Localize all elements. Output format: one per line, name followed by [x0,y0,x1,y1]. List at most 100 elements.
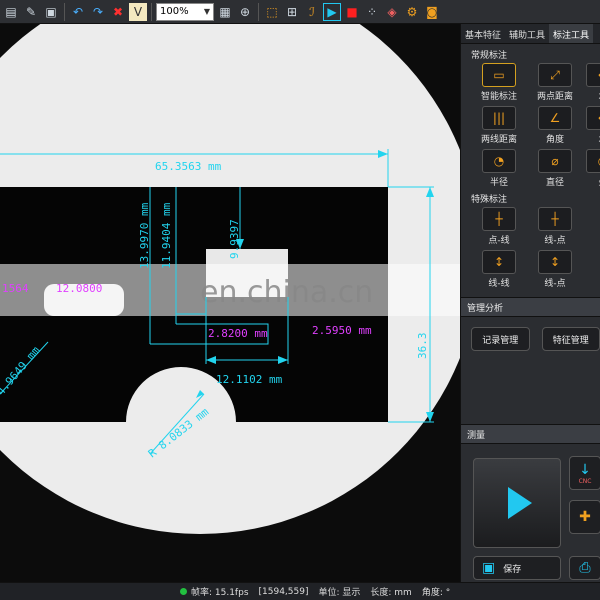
status-bar: 帧率: 15.1fps [1594,559] 单位: 显示 长度: mm 角度:… [0,582,600,600]
start-measure-button[interactable] [473,458,561,548]
two-line-icon: ||| [482,106,516,130]
diameter-icon: ⌀ [538,149,572,173]
tool-radius[interactable]: ◔ 半径 [471,149,527,188]
play-icon [508,487,532,519]
tool-label: 半径 [489,178,508,188]
gear-icon[interactable]: ⚙ [403,3,421,21]
chevron-down-icon: ▼ [203,7,210,16]
tool-diameter[interactable]: ⌀ 直径 [527,149,583,188]
save-button[interactable]: ▣ 保存 [473,556,561,580]
manage-buttons: 记录管理 特征管理 [461,317,600,351]
section-regular-title: 常规标注 [471,51,508,61]
tool-point-line[interactable]: ┼ 点-线 [471,207,527,246]
cursor-coords: [1594,559] [258,586,309,597]
status-ok-icon [180,588,187,595]
save-icon[interactable]: ▣ [42,3,60,21]
camera-icon[interactable]: ◙ [423,3,441,21]
tool-two-line-distance[interactable]: ||| 两线距离 [471,106,527,145]
tab-aux-tools[interactable]: 辅助工具 [505,24,549,43]
open-icon[interactable]: ▤ [2,3,20,21]
height-dimension-label: 36.3 [416,333,429,360]
printer-icon: ⎙ [579,560,591,576]
record-manage-button[interactable]: 记录管理 [471,327,530,351]
save-label: 保存 [503,564,522,575]
toolbar-divider [64,2,65,21]
tool-label: 两点距离 [536,92,573,102]
undo-icon[interactable]: ↶ [69,3,87,21]
horizontal-icon: ↔ [586,63,600,87]
tool-label: 两线距离 [480,135,517,145]
align-icon[interactable]: ⊞ [283,3,301,21]
zoom-dropdown[interactable]: 100% ▼ [156,2,214,21]
tab-annotation-tools[interactable]: 标注工具 [549,24,594,43]
tool-two-point-distance[interactable]: ⤢ 两点距离 [527,63,583,102]
tool-angle[interactable]: ∠ 角度 [527,106,583,145]
record-icon[interactable]: ■ [343,3,361,21]
puzzle-button[interactable]: ✚ [569,500,600,534]
length-unit: 长度: mm [370,588,412,598]
cnc-button[interactable]: ↓ CNC [569,456,600,490]
cube-icon[interactable]: ◈ [383,3,401,21]
tool-line-point-2[interactable]: ↕ 线-点 [527,250,583,289]
tool-label: 线-点 [544,279,566,289]
cnc-label: CNC [578,477,592,485]
manage-analysis-bar: 管理分析 [461,297,600,317]
delete-icon[interactable]: ✖ [109,3,127,21]
measure-bar: 测量 [461,424,600,444]
v2-dimension-label: 11.9404 mm [160,202,173,269]
v1-dimension-label: 13.9970 mm [138,202,151,269]
tool-horizontal[interactable]: ↔水 [583,63,600,102]
tool-label: 角度 [545,135,564,145]
save-disk-icon: ▣ [482,560,496,576]
image-icon[interactable]: ▦ [216,3,234,21]
edge-icon[interactable]: ℐ [303,3,321,21]
coordinate-icon: ◎ [586,149,600,173]
main-toolbar: ▤ ✎ ▣ ↶ ↷ ✖ V 100% ▼ ▦ ⊕ ⬚ ⊞ ℐ ▶ ■ ⁘ ◈ ⚙… [0,0,600,24]
print-button[interactable]: ⎙ [569,556,600,580]
toolbar-divider [258,2,259,21]
crosshair-icon[interactable]: ⊕ [236,3,254,21]
bottom-dimension-label: 12.1102 mm [216,373,283,386]
tool-label: 智能标注 [480,92,517,102]
angle-icon: ∠ [538,106,572,130]
redo-icon[interactable]: ↷ [89,3,107,21]
tool-label: 点-线 [488,236,510,246]
horizontal-icon: ↔ [586,106,600,130]
pointer-icon[interactable]: ▶ [323,2,341,21]
fps-readout: 帧率: 15.1fps [191,588,249,598]
select-box-icon[interactable]: ⬚ [263,3,281,21]
dots-icon[interactable]: ⁘ [363,3,381,21]
line-line-icon: ↕ [482,250,516,274]
unit-readout: 单位: 显示 [318,588,361,598]
smart-annotate-icon: ▭ [482,63,516,87]
v3-dimension-label: 9.9397 [228,219,241,259]
vertex-icon[interactable]: V [129,2,147,21]
measurement-canvas[interactable]: en.china.cn 65.3563 mm 12.1102 mm 36.3 1… [0,24,460,582]
regular-tools-grid: ▭ 智能标注 ⤢ 两点距离 ↔水 ||| 两线距离 ∠ 角度 ↔水 ◔ 半径 ⌀ 直径 ◎坐 [461,63,600,188]
tool-horizontal-2[interactable]: ↔水 [583,106,600,145]
watermark: en.china.cn [200,275,373,310]
download-arrow-icon: ↓ [579,461,591,478]
toolbar-divider [151,2,152,21]
tool-label: 线-点 [544,236,566,246]
tool-line-point[interactable]: ┼ 线-点 [527,207,583,246]
special-tools-grid: ┼ 点-线 ┼ 线-点 ↕ 线-线 ↕ 线-点 [461,207,600,289]
mid-label-b: 2.5950 mm [312,324,372,337]
tool-label: 直径 [545,178,564,188]
feature-manage-button[interactable]: 特征管理 [541,327,600,351]
puzzle-icon: ✚ [579,509,591,525]
section-special-title: 特殊标注 [471,195,508,205]
two-point-icon: ⤢ [538,63,572,87]
tool-coordinate[interactable]: ◎坐 [583,149,600,188]
edit-icon[interactable]: ✎ [22,3,40,21]
width-dimension-label: 65.3563 mm [155,160,222,173]
left-label-a: 1564 [2,282,29,295]
mid-label-a: 2.8200 mm [208,327,268,340]
tool-smart-annotate[interactable]: ▭ 智能标注 [471,63,527,102]
measurement-drawing: en.china.cn 65.3563 mm 12.1102 mm 36.3 1… [0,24,460,534]
angle-unit: 角度: ° [421,588,451,598]
tool-panel: 基本特征 辅助工具 标注工具 常规标注 ▭ 智能标注 ⤢ 两点距离 ↔水 ||| 两线… [460,24,600,582]
tool-line-line[interactable]: ↕ 线-线 [471,250,527,289]
left-label-b: 12.0800 [56,282,102,295]
tab-basic-features[interactable]: 基本特征 [461,24,505,43]
